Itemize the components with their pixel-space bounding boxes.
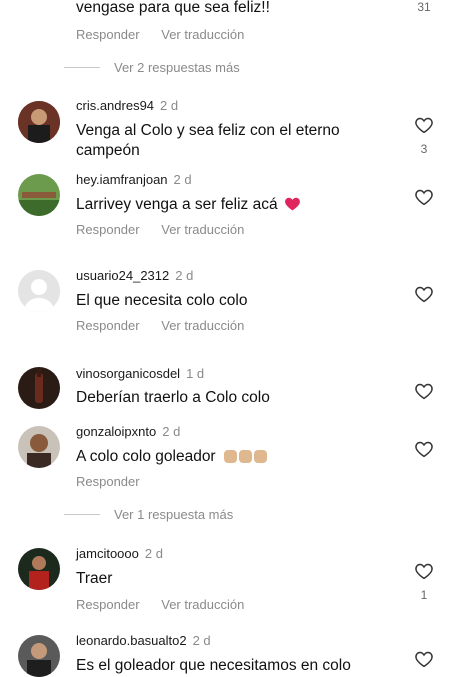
comment-text: A colo colo goleador	[76, 447, 376, 467]
comment-text: El que necesita colo colo	[76, 292, 248, 309]
comment-time: 2 d	[160, 98, 179, 113]
comment-username[interactable]: hey.iamfranjoan 2 d	[76, 172, 192, 187]
translate-button[interactable]: Ver traducción	[161, 27, 244, 42]
comment-time: 2 d	[173, 172, 192, 187]
heart-outline-icon[interactable]	[414, 116, 434, 134]
like-count: 3	[420, 142, 428, 156]
comment-time: 2 d	[162, 424, 181, 439]
heart-outline-icon[interactable]	[414, 440, 434, 458]
avatar-image	[18, 635, 60, 677]
translate-button[interactable]: Ver traducción	[161, 597, 244, 612]
username-text[interactable]: gonzaloipxnto	[76, 424, 156, 439]
comment-text-top: vengase para que sea feliz!!	[76, 0, 270, 16]
comment-text-content: A colo colo goleador	[76, 448, 216, 465]
comment-text: Deberían traerlo a Colo colo	[76, 389, 270, 406]
username-text[interactable]: usuario24_2312	[76, 268, 169, 283]
replies-divider	[64, 514, 100, 515]
heart-outline-icon[interactable]	[414, 285, 434, 303]
avatar-image	[18, 426, 60, 468]
comment-username[interactable]: gonzaloipxnto 2 d	[76, 424, 180, 439]
reply-button[interactable]: Responder	[76, 27, 140, 42]
comment-text: Es el goleador que necesitamos en colo	[76, 657, 351, 674]
like-count: 31	[417, 0, 431, 14]
heart-outline-icon[interactable]	[414, 188, 434, 206]
avatar[interactable]	[18, 270, 60, 312]
avatar[interactable]	[18, 635, 60, 677]
comment-text-content: Larrivey venga a ser feliz acá	[76, 196, 278, 213]
translate-button[interactable]: Ver traducción	[161, 222, 244, 237]
avatar-image	[18, 174, 60, 216]
comment-username[interactable]: jamcitoooo 2 d	[76, 546, 163, 561]
comment-username[interactable]: leonardo.basualto2 2 d	[76, 633, 211, 648]
red-heart-emoji	[285, 197, 300, 211]
heart-outline-icon[interactable]	[414, 562, 434, 580]
comment-text: Traer	[76, 570, 113, 587]
comment-time: 2 d	[175, 268, 194, 283]
avatar-image	[18, 548, 60, 590]
username-text[interactable]: vinosorganicosdel	[76, 366, 180, 381]
comment-time: 2 d	[144, 546, 163, 561]
username-text[interactable]: hey.iamfranjoan	[76, 172, 168, 187]
avatar-image	[18, 101, 60, 143]
flexed-biceps-emoji	[223, 450, 267, 464]
comment-text: Venga al Colo y sea feliz con el eterno …	[76, 122, 340, 159]
comment-time: 1 d	[186, 366, 205, 381]
heart-outline-icon[interactable]	[414, 650, 434, 668]
replies-divider	[64, 67, 100, 68]
comment-actions: Responder Ver traducción	[76, 318, 262, 333]
reply-button[interactable]: Responder	[76, 318, 140, 333]
reply-button[interactable]: Responder	[76, 222, 140, 237]
comment-username[interactable]: usuario24_2312 2 d	[76, 268, 193, 283]
view-replies-label: Ver 2 respuestas más	[114, 60, 240, 75]
like-count: 1	[420, 588, 428, 602]
avatar[interactable]	[18, 174, 60, 216]
comment-username[interactable]: vinosorganicosdel 1 d	[76, 366, 204, 381]
comment-username[interactable]: cris.andres94 2 d	[76, 98, 178, 113]
comment-text: Larrivey venga a ser feliz acá	[76, 195, 376, 215]
view-more-replies-button[interactable]: Ver 1 respuesta más	[64, 507, 233, 522]
reply-button[interactable]: Responder	[76, 597, 140, 612]
username-text[interactable]: leonardo.basualto2	[76, 633, 187, 648]
username-text[interactable]: jamcitoooo	[76, 546, 139, 561]
username-text[interactable]: cris.andres94	[76, 98, 154, 113]
comment-actions: Responder Ver traducción	[76, 597, 262, 612]
avatar[interactable]	[18, 101, 60, 143]
avatar[interactable]	[18, 367, 60, 409]
heart-outline-icon[interactable]	[414, 382, 434, 400]
default-avatar-icon	[18, 270, 60, 312]
comment-actions-top: Responder Ver traducción	[76, 27, 262, 42]
avatar[interactable]	[18, 426, 60, 468]
view-replies-label: Ver 1 respuesta más	[114, 507, 234, 522]
comment-actions: Responder Ver traducción	[76, 222, 262, 237]
avatar-image	[18, 367, 60, 409]
comment-time: 2 d	[192, 633, 211, 648]
view-more-replies-button[interactable]: Ver 2 respuestas más	[64, 60, 240, 75]
reply-button[interactable]: Responder	[76, 474, 140, 489]
comment-actions: Responder	[76, 474, 158, 489]
avatar[interactable]	[18, 548, 60, 590]
translate-button[interactable]: Ver traducción	[161, 318, 244, 333]
